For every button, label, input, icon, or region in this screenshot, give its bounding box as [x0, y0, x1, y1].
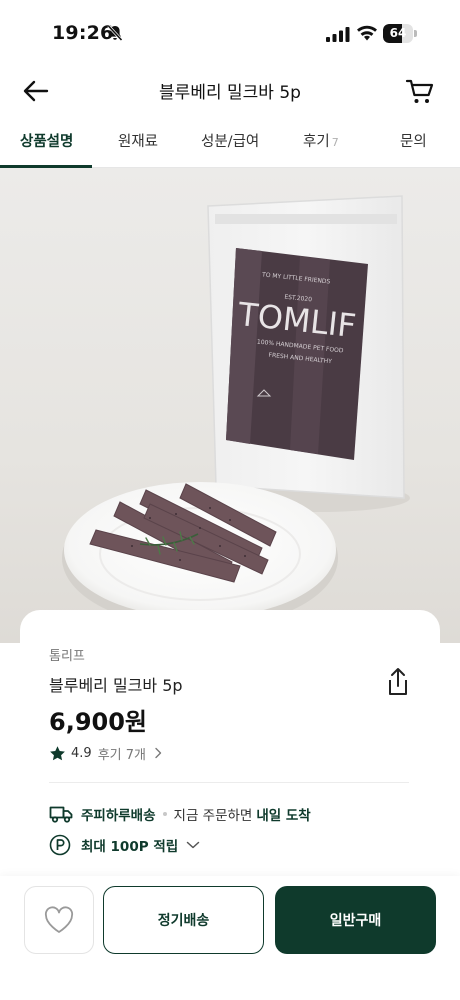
product-photo: TO MY LITTLE FRIENDS EST.2020 TOMLIF 100… [0, 168, 460, 643]
status-bar: 19:26 64 [0, 0, 460, 66]
buy-button[interactable]: 일반구매 [275, 886, 436, 954]
signal-icon [326, 27, 350, 42]
product-name: 블루베리 밀크바 5p [49, 676, 183, 695]
wifi-icon [357, 25, 377, 41]
delivery-title: 주피하루배송 [81, 808, 156, 824]
chevron-down-icon [186, 841, 200, 849]
tab-nutrition[interactable]: 성분/급여 [201, 130, 259, 151]
rating-value: 4.9 [71, 745, 92, 761]
rating-row[interactable]: 4.9 후기 7개 [49, 743, 163, 763]
battery-level: 64 [389, 26, 407, 40]
reviews-link[interactable]: 후기 7개 [98, 744, 146, 763]
share-button[interactable] [384, 666, 412, 698]
points-icon [49, 834, 71, 856]
review-count: 7 [331, 136, 339, 149]
product-info-card: 톰리프 블루베리 밀크바 5p 6,900원 4.9 후기 7개 주피하루배송 … [20, 610, 440, 900]
heart-icon [44, 906, 74, 933]
truck-icon [49, 806, 73, 823]
status-time: 19:26 [52, 22, 114, 44]
tab-reviews[interactable]: 후기 7 [303, 130, 339, 151]
points-row[interactable]: 최대 100P 적립 [49, 834, 200, 856]
bottom-action-bar: 정기배송 일반구매 [0, 876, 460, 1000]
cart-button[interactable] [404, 76, 436, 106]
delivery-text: 지금 주문하면 [173, 808, 253, 824]
product-price: 6,900원 [49, 708, 147, 736]
share-icon [389, 668, 407, 695]
star-icon [50, 745, 65, 760]
divider [49, 782, 409, 783]
dot-separator [162, 812, 167, 816]
tab-description[interactable]: 상품설명 [20, 130, 73, 151]
wishlist-button[interactable] [24, 886, 94, 954]
back-button[interactable] [20, 76, 52, 106]
product-image[interactable]: TO MY LITTLE FRIENDS EST.2020 TOMLIF 100… [0, 168, 460, 643]
top-nav-bar: 블루베리 밀크바 5p [0, 66, 460, 116]
bell-off-icon [107, 24, 123, 42]
chevron-right-icon [155, 747, 162, 759]
cart-icon [405, 79, 434, 103]
page-title: 블루베리 밀크바 5p [159, 83, 301, 103]
section-tabs: 상품설명 원재료 성분/급여 후기 7 문의 [0, 118, 460, 168]
delivery-info: 주피하루배송 지금 주문하면 내일 도착 [49, 803, 311, 825]
tab-ingredients[interactable]: 원재료 [118, 130, 158, 151]
delivery-arrival: 내일 도착 [256, 808, 311, 824]
brand-name[interactable]: 톰리프 [49, 645, 85, 664]
tab-inquiry[interactable]: 문의 [400, 130, 427, 151]
subscription-button[interactable]: 정기배송 [103, 886, 264, 954]
arrow-left-icon [23, 80, 49, 102]
battery-icon: 64 [383, 24, 417, 43]
points-text: 최대 100P 적립 [81, 839, 179, 855]
